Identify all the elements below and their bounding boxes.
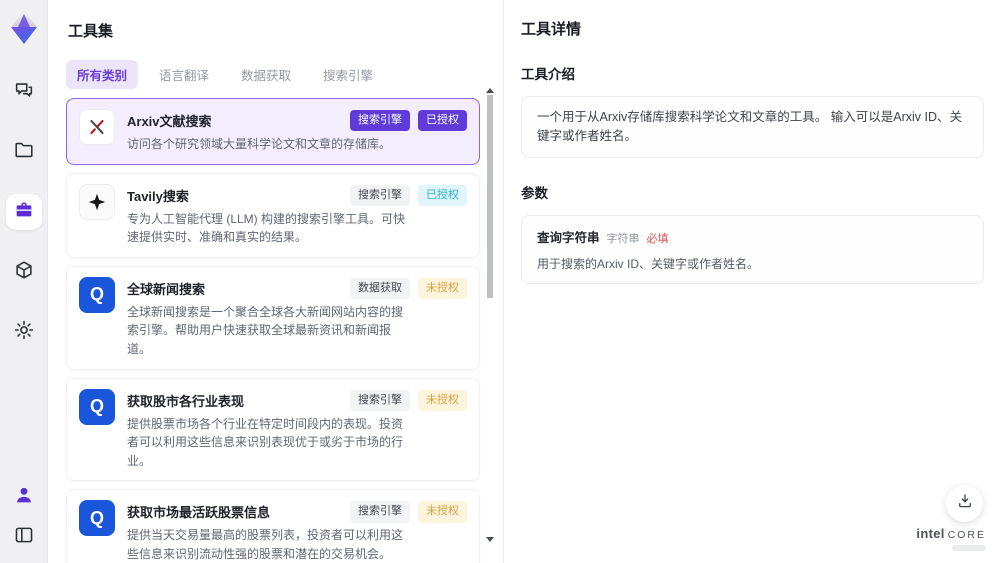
tab-data-acquisition[interactable]: 数据获取: [230, 60, 302, 89]
intel-core-logo: intel CORE: [916, 525, 986, 551]
avatar-icon: [13, 484, 35, 511]
param-desc: 用于搜索的Arxiv ID、关键字或作者姓名。: [537, 256, 760, 271]
auth-status-badge: 已授权: [418, 184, 467, 206]
intel-logo-text: intel: [916, 526, 945, 541]
scrollbar-thumb[interactable]: [487, 95, 493, 298]
intel-logo-sub-mark: [952, 545, 986, 551]
tool-detail-panel: 工具详情 工具介绍 一个用于从Arxiv存储库搜索科学论文和文章的工具。 输入可…: [504, 0, 1000, 563]
tool-card[interactable]: Q 全球新闻搜索 全球新闻搜索是一个聚合全球各大新闻网站内容的搜索引擎。帮助用户…: [66, 265, 480, 370]
tool-desc: 提供股票市场各个行业在特定时间段内的表现。投资者可以利用这些信息来识别表现优于或…: [127, 416, 404, 468]
auth-status-badge: 未授权: [418, 501, 467, 523]
auth-status-badge: 未授权: [418, 277, 467, 299]
rail-bottom: [10, 483, 38, 551]
param-type: 字符串: [606, 232, 640, 245]
tab-language-translation[interactable]: 语言翻译: [148, 60, 220, 89]
tool-card[interactable]: Tavily搜索 专为人工智能代理 (LLM) 构建的搜索引擎工具。可快速提供实…: [66, 172, 480, 258]
sidebar-item-models[interactable]: [6, 254, 42, 290]
sidebar-item-files[interactable]: [6, 134, 42, 170]
app-window: 工具集 所有类别 语言翻译 数据获取 搜索引擎 Arxiv文献搜索 访问各个研究…: [0, 0, 1000, 563]
tool-card[interactable]: Arxiv文献搜索 访问各个研究领域大量科学论文和文章的存储库。 搜索引擎 已授…: [66, 98, 480, 165]
chat-icon: [13, 79, 35, 106]
sidebar-item-settings[interactable]: [6, 314, 42, 350]
download-button[interactable]: [946, 485, 983, 522]
category-badge: 搜索引擎: [350, 110, 410, 132]
category-badge: 搜索引擎: [350, 184, 410, 206]
tool-desc: 专为人工智能代理 (LLM) 构建的搜索引擎工具。可快速提供实时、准确和真实的结…: [127, 211, 406, 245]
gear-icon: [13, 319, 35, 346]
category-tabs: 所有类别 语言翻译 数据获取 搜索引擎: [66, 60, 502, 89]
category-badge: 数据获取: [350, 277, 410, 299]
account-button[interactable]: [10, 483, 38, 511]
rail-nav: [5, 74, 42, 350]
tool-card[interactable]: Q 获取市场最活跃股票信息 提供当天交易量最高的股票列表，投资者可以利用这些信息…: [66, 489, 480, 563]
intro-box: 一个用于从Arxiv存储库搜索科学论文和文章的工具。 输入可以是Arxiv ID…: [521, 96, 984, 158]
auth-status-badge: 未授权: [418, 389, 467, 411]
scrollbar-down-arrow[interactable]: [486, 537, 494, 542]
page-title: 工具集: [68, 23, 114, 40]
params-heading: 参数: [521, 185, 548, 201]
auth-status-badge: 已授权: [418, 110, 467, 132]
tool-desc: 全球新闻搜索是一个聚合全球各大新闻网站内容的搜索引擎。帮助用户快速获取全球最新资…: [127, 304, 404, 356]
sidebar-item-chat[interactable]: [6, 74, 42, 110]
tool-list-panel: 工具集 所有类别 语言翻译 数据获取 搜索引擎 Arxiv文献搜索 访问各个研究…: [48, 0, 502, 563]
tab-search-engine[interactable]: 搜索引擎: [312, 60, 384, 89]
scrollbar-up-arrow[interactable]: [486, 88, 494, 93]
blue-q-icon: Q: [79, 500, 115, 537]
left-rail: [0, 0, 48, 563]
app-logo-icon: [6, 8, 42, 48]
core-logo-text: CORE: [947, 529, 986, 541]
param-box: 查询字符串 字符串 必填 用于搜索的Arxiv ID、关键字或作者姓名。: [521, 214, 984, 284]
tab-all-categories[interactable]: 所有类别: [66, 60, 139, 89]
intro-text: 一个用于从Arxiv存储库搜索科学论文和文章的工具。 输入可以是Arxiv ID…: [537, 110, 963, 143]
intro-heading: 工具介绍: [521, 67, 575, 82]
category-badge: 搜索引擎: [350, 389, 410, 411]
download-icon: [956, 492, 974, 515]
briefcase-icon: [13, 199, 35, 226]
sidebar-item-toolbox[interactable]: [5, 194, 42, 230]
blue-q-icon: Q: [79, 388, 115, 425]
blue-q-icon: Q: [79, 276, 115, 313]
param-required-badge: 必填: [646, 232, 669, 245]
tool-desc: 访问各个研究领域大量科学论文和文章的存储库。: [127, 137, 392, 151]
tool-list: Arxiv文献搜索 访问各个研究领域大量科学论文和文章的存储库。 搜索引擎 已授…: [66, 98, 480, 563]
tool-card[interactable]: Q 获取股市各行业表现 提供股票市场各个行业在特定时间段内的表现。投资者可以利用…: [66, 377, 480, 482]
arxiv-icon: [79, 109, 115, 145]
collapse-sidebar-button[interactable]: [10, 523, 38, 551]
folder-icon: [13, 139, 35, 166]
detail-title: 工具详情: [521, 21, 582, 38]
tool-desc: 提供当天交易量最高的股票列表，投资者可以利用这些信息来识别流动性强的股票和潜在的…: [127, 528, 404, 561]
tavily-star-icon: [79, 183, 115, 220]
param-name: 查询字符串: [537, 230, 600, 245]
category-badge: 搜索引擎: [350, 501, 410, 523]
panel-toggle-icon: [13, 524, 35, 551]
cube-icon: [13, 259, 35, 286]
